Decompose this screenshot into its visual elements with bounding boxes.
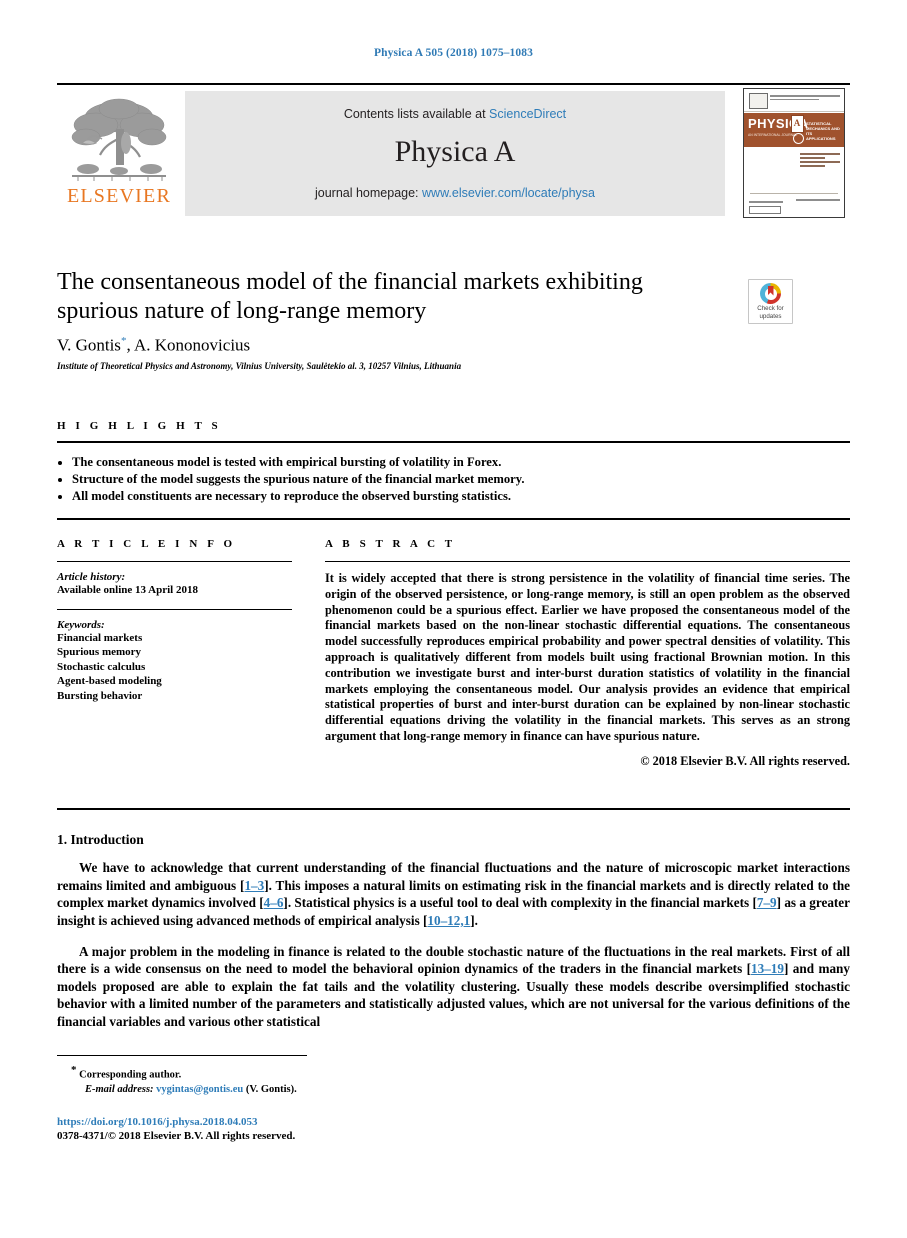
crossmark-flag-icon [767,285,774,296]
cover-volume-letter: A [793,118,801,128]
citation-link[interactable]: 7–9 [757,895,777,910]
email-note: E-mail address: vygintas@gontis.eu (V. G… [85,1083,517,1097]
introduction-paragraph-1: We have to acknowledge that current unde… [57,859,850,929]
crossmark-label-line1: Check for [757,305,784,312]
journal-info-panel: Contents lists available at ScienceDirec… [185,91,725,216]
corresponding-author-note: * Corresponding author. [71,1063,517,1083]
article-page: Physica A 505 (2018) 1075–1083 ELSEVIER … [0,0,907,1238]
cover-publisher-mark [749,93,768,109]
author-affiliation: Institute of Theoretical Physics and Ast… [57,360,462,371]
author-list: V. Gontis*, A. Kononovicius [57,335,727,356]
footnote-rule [57,1055,307,1056]
keyword-item: Agent-based modeling [57,675,162,687]
running-head: Physica A 505 (2018) 1075–1083 [374,47,533,59]
cover-lower-rule [750,193,838,194]
journal-cover-thumbnail[interactable]: PHYSICA AN INTERNATIONAL JOURNAL A STATI… [743,88,845,218]
abstract-text: It is widely accepted that there is stro… [325,571,850,743]
journal-masthead: ELSEVIER Contents lists available at Sci… [57,83,850,223]
abstract-copyright: © 2018 Elsevier B.V. All rights reserved… [640,753,850,768]
journal-homepage-label: journal homepage: [314,186,419,200]
abstract-heading: A B S T R A C T [325,538,456,550]
abstract-rule [325,561,850,562]
article-info-rule [57,561,292,562]
keyword-item: Spurious memory [57,646,142,658]
cover-circle-mark [793,133,804,144]
cover-footer-left [749,201,783,205]
article-info-heading: A R T I C L E I N F O [57,538,236,550]
cover-footer-box [749,206,781,214]
email-owner: (V. Gontis). [245,1083,297,1095]
sciencedirect-link[interactable]: ScienceDirect [489,107,566,121]
title-block: The consentaneous model of the financial… [57,268,727,371]
author-first: V. Gontis [57,335,121,355]
corresponding-author-text: Corresponding author. [79,1069,182,1081]
keyword-item: Bursting behavior [57,689,143,702]
author-rest: , A. Kononovicius [126,335,251,355]
highlights-rule [57,441,850,443]
crossmark-ring-icon [760,283,781,304]
citation-link[interactable]: 1–3 [244,878,264,893]
masthead-top-rule [57,83,850,85]
highlights-heading: H I G H L I G H T S [57,420,222,432]
citation-link[interactable]: 13–19 [751,961,784,976]
journal-homepage-line: journal homepage: www.elsevier.com/locat… [185,186,725,200]
keywords-label: Keywords: [57,618,105,631]
elsevier-wordmark: ELSEVIER [66,185,172,207]
journal-title: Physica A [394,135,516,168]
introduction-section: 1. Introduction We have to acknowledge t… [57,832,850,1044]
elsevier-logo: ELSEVIER [60,93,178,215]
cover-series-subtitle: STATISTICAL MECHANICS AND ITS APPLICATIO… [806,121,840,141]
article-history-label: Article history: [57,571,126,583]
journal-homepage-link[interactable]: www.elsevier.com/locate/physa [422,186,595,200]
doi-link[interactable]: https://doi.org/10.1016/j.physa.2018.04.… [57,1116,257,1128]
cover-footer-right [796,199,840,203]
contents-available-text: Contents lists available at [343,107,486,121]
list-item: All model constituents are necessary to … [57,488,850,505]
crossmark-badge[interactable]: Check for updates [748,279,793,324]
cover-editor-lines [800,153,840,169]
keyword-item: Stochastic calculus [57,660,146,673]
highlights-section: H I G H L I G H T S The consentaneous mo… [57,420,850,505]
footnote-star-marker: * [71,1064,77,1076]
crossmark-label: Check for updates [749,305,792,320]
list-item: Structure of the model suggests the spur… [57,471,850,488]
intro-p1-part-c: ]. Statistical physics is a useful tool … [283,895,757,911]
cover-top-metadata [770,95,840,100]
keyword-item: Financial markets [57,631,143,644]
highlights-bottom-rule [57,518,850,520]
introduction-paragraph-2: A major problem in the modeling in finan… [57,943,850,1031]
article-history-value: Available online 13 April 2018 [57,584,198,596]
keywords-rule [57,608,292,610]
citation-link[interactable]: 4–6 [264,895,284,910]
list-item: The consentaneous model is tested with e… [57,454,850,471]
footnote-block: * Corresponding author. E-mail address: … [57,1063,517,1097]
elsevier-tree-icon [71,98,167,181]
abstract-section: A B S T R A C T It is widely accepted th… [325,538,850,769]
cover-brand-subtitle: AN INTERNATIONAL JOURNAL [748,133,798,137]
abstract-bottom-rule [57,808,850,810]
contents-available-line: Contents lists available at ScienceDirec… [185,107,725,121]
cover-top-bar [744,89,844,112]
page-title: The consentaneous model of the financial… [57,269,643,324]
intro-p1-part-e: ]. [470,912,478,928]
issn-copyright-line: 0378-4371/© 2018 Elsevier B.V. All right… [57,1130,296,1142]
citation-link[interactable]: 10–12,1 [427,913,470,928]
intro-p2-part-a: A major problem in the modeling in finan… [57,943,850,977]
highlights-list: The consentaneous model is tested with e… [57,454,850,505]
email-label: E-mail address: [85,1083,154,1095]
article-info-section: A R T I C L E I N F O Article history: A… [57,538,292,703]
crossmark-label-line2: updates [759,312,782,320]
email-link[interactable]: vygintas@gontis.eu [156,1084,243,1095]
section-heading-introduction: 1. Introduction [57,832,144,847]
